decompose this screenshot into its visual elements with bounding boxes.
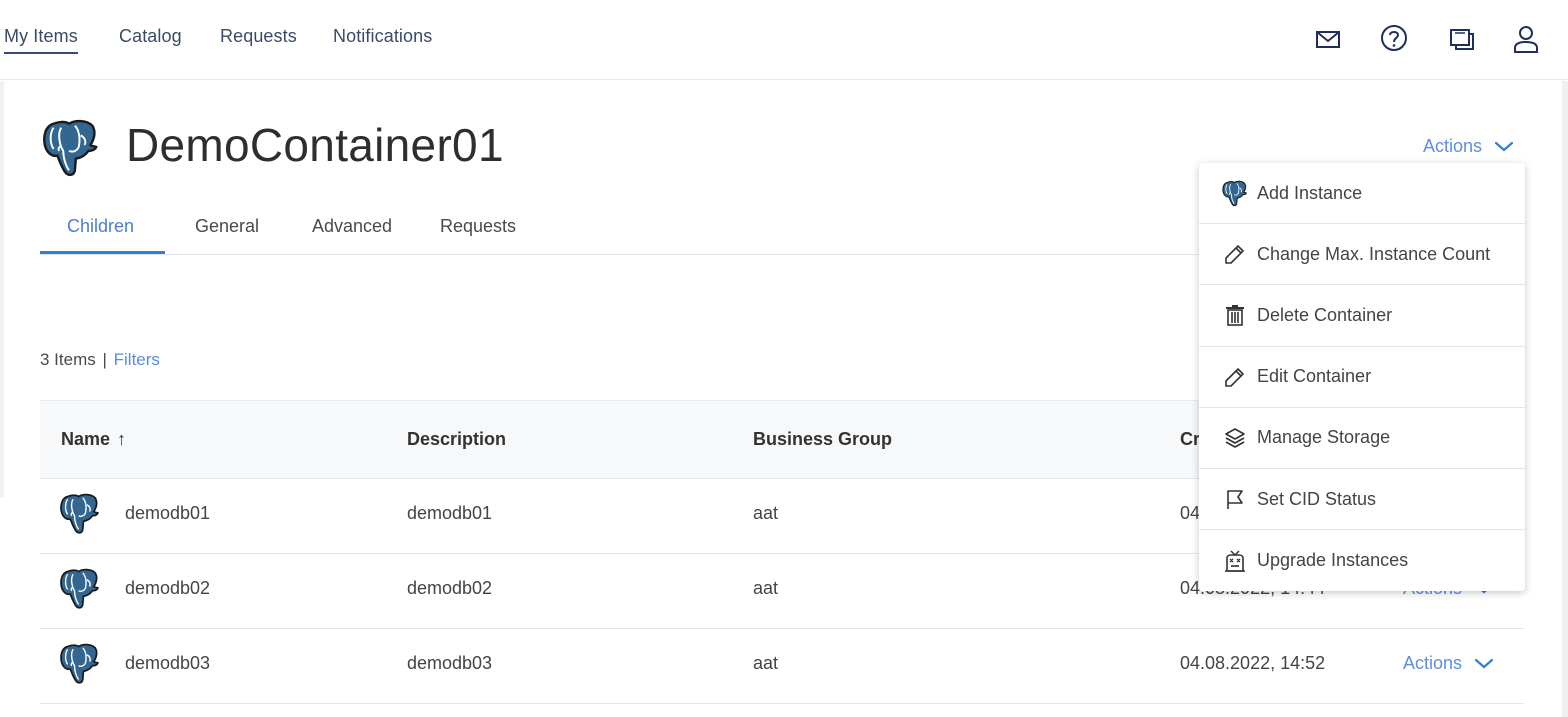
sort-ascending-icon: ↑ (117, 429, 127, 449)
tab-requests[interactable]: Requests (440, 216, 516, 237)
menu-item-set-cid-status[interactable]: Set CID Status (1199, 469, 1525, 531)
table-row[interactable]: demodb03 demodb03 aat 04.08.2022, 14:52 … (40, 629, 1524, 704)
cell-description: demodb02 (407, 578, 493, 598)
column-header-created[interactable]: Cr (1180, 429, 1200, 450)
row-actions-label: Actions (1403, 653, 1463, 673)
postgresql-elephant-icon (40, 115, 102, 179)
active-tab-indicator (40, 251, 165, 254)
cell-description: demodb01 (407, 503, 493, 523)
cell-created: 04 (1180, 503, 1201, 523)
menu-item-label: Upgrade Instances (1257, 550, 1409, 571)
mail-icon[interactable] (1313, 24, 1343, 54)
filters-link[interactable]: Filters (114, 350, 160, 369)
menu-item-label: Manage Storage (1257, 427, 1391, 448)
column-header-name[interactable]: Name ↑ (61, 429, 126, 450)
tab-advanced[interactable]: Advanced (312, 216, 392, 237)
postgresql-elephant-icon (1221, 179, 1249, 207)
menu-item-label: Change Max. Instance Count (1257, 243, 1491, 264)
column-header-business-group[interactable]: Business Group (753, 429, 892, 450)
separator: | (102, 350, 107, 369)
nav-notifications[interactable]: Notifications (333, 26, 432, 47)
row-actions-button[interactable]: Actions (1403, 653, 1494, 674)
postgresql-elephant-icon (58, 566, 102, 610)
menu-item-label: Add Instance (1257, 182, 1363, 203)
menu-item-add-instance[interactable]: Add Instance (1199, 163, 1525, 225)
pencil-icon (1221, 240, 1249, 268)
cell-description: demodb03 (407, 653, 493, 673)
menu-item-edit-container[interactable]: Edit Container (1199, 347, 1525, 408)
user-icon[interactable] (1511, 24, 1541, 54)
actions-menu-button[interactable]: Actions (1423, 136, 1514, 157)
column-label: Name (61, 429, 111, 449)
trash-icon (1221, 301, 1249, 329)
items-count-bar: 3 Items | Filters (40, 350, 160, 370)
nav-catalog[interactable]: Catalog (119, 26, 182, 47)
cell-business-group: aat (753, 578, 779, 598)
items-count: 3 Items (40, 350, 96, 369)
layers-icon (1221, 424, 1249, 452)
cell-name[interactable]: demodb03 (125, 653, 210, 674)
chevron-down-icon (1474, 658, 1494, 670)
menu-item-label: Set CID Status (1257, 488, 1377, 509)
postgresql-elephant-icon (58, 491, 102, 535)
left-panel-edge (0, 81, 4, 497)
postgresql-elephant-icon (58, 641, 102, 685)
cell-business-group: aat (753, 503, 779, 523)
menu-item-manage-storage[interactable]: Manage Storage (1199, 408, 1525, 469)
cell-created: 04.08.2022, 14:52 (1180, 653, 1326, 673)
cell-business-group: aat (753, 653, 779, 673)
page-title: DemoContainer01 (126, 119, 504, 171)
actions-dropdown-menu: Add Instance Change Max. Instance Count … (1199, 163, 1525, 591)
menu-item-upgrade-instances[interactable]: Upgrade Instances (1199, 530, 1525, 591)
nav-my-items[interactable]: My Items (4, 26, 78, 54)
column-header-description[interactable]: Description (407, 429, 506, 450)
top-navigation: My Items Catalog Requests Notifications (0, 0, 1568, 80)
tab-general[interactable]: General (195, 216, 259, 237)
menu-item-delete-container[interactable]: Delete Container (1199, 285, 1525, 347)
tab-children[interactable]: Children (67, 216, 134, 237)
right-scroll-gutter (1562, 81, 1568, 717)
cell-name[interactable]: demodb02 (125, 578, 210, 599)
menu-item-label: Delete Container (1257, 304, 1393, 325)
menu-item-label: Edit Container (1257, 366, 1372, 387)
actions-label: Actions (1423, 136, 1483, 156)
cell-name[interactable]: demodb01 (125, 503, 210, 524)
nav-requests[interactable]: Requests (220, 26, 297, 47)
help-icon[interactable] (1379, 24, 1409, 54)
robot-icon (1221, 547, 1249, 575)
windows-icon[interactable] (1447, 24, 1477, 54)
menu-item-change-max-instance-count[interactable]: Change Max. Instance Count (1199, 224, 1525, 286)
chevron-down-icon (1494, 141, 1514, 153)
pencil-icon (1221, 363, 1249, 391)
flag-icon (1221, 485, 1249, 513)
